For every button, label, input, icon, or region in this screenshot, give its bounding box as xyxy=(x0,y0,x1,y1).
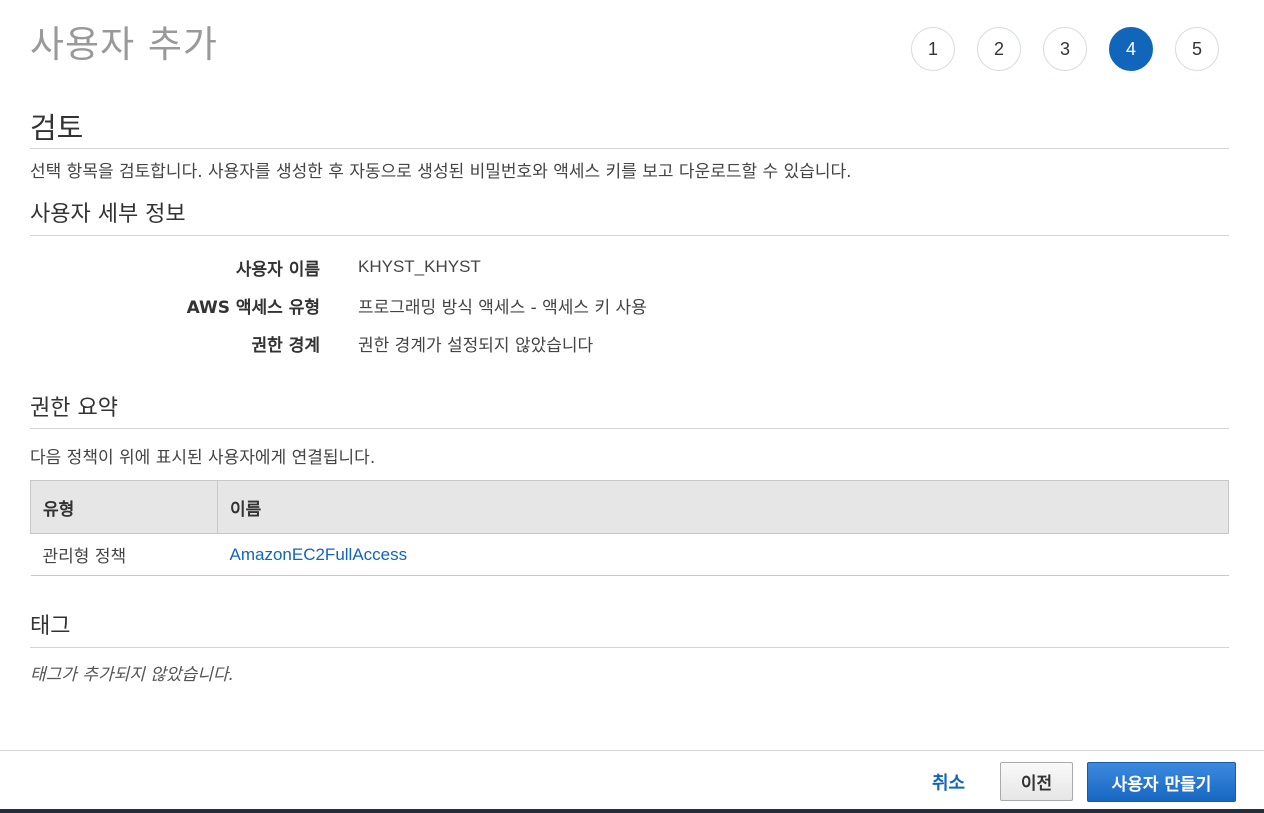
previous-button[interactable]: 이전 xyxy=(1000,762,1073,801)
detail-row-username: 사용자 이름 KHYST_KHYST xyxy=(30,248,730,286)
column-header-type: 유형 xyxy=(30,480,218,534)
permissions-description: 다음 정책이 위에 표시된 사용자에게 연결됩니다. xyxy=(30,448,376,468)
access-type-value: 프로그래밍 방식 액세스 - 액세스 키 사용 xyxy=(358,297,647,318)
permissions-summary-heading: 권한 요약 xyxy=(30,390,1229,429)
tags-heading: 태그 xyxy=(30,608,1229,648)
permission-boundary-value: 권한 경계가 설정되지 않았습니다 xyxy=(358,335,594,356)
tags-empty-text: 태그가 추가되지 않았습니다. xyxy=(30,665,234,685)
review-description: 선택 항목을 검토합니다. 사용자를 생성한 후 자동으로 생성된 비밀번호와 … xyxy=(30,162,852,182)
policy-name-link[interactable]: AmazonEC2FullAccess xyxy=(230,545,408,564)
policy-type-cell: 관리형 정책 xyxy=(30,533,218,576)
column-header-name: 이름 xyxy=(217,480,1229,534)
step-2[interactable]: 2 xyxy=(977,27,1021,71)
permission-boundary-label: 권한 경계 xyxy=(251,335,320,356)
user-details-heading: 사용자 세부 정보 xyxy=(30,196,1229,236)
page-title: 사용자 추가 xyxy=(30,23,218,66)
step-3[interactable]: 3 xyxy=(1043,27,1087,71)
user-details-list: 사용자 이름 KHYST_KHYST AWS 액세스 유형 프로그래밍 방식 액… xyxy=(30,248,730,362)
bottom-bar xyxy=(0,809,1264,813)
username-value: KHYST_KHYST xyxy=(358,257,481,276)
username-label: 사용자 이름 xyxy=(235,259,320,280)
cancel-button[interactable]: 취소 xyxy=(932,769,965,795)
table-header-row: 유형 이름 xyxy=(30,480,1229,534)
policy-name-cell: AmazonEC2FullAccess xyxy=(217,533,1229,576)
step-4-active[interactable]: 4 xyxy=(1109,27,1153,71)
wizard-footer: 취소 이전 사용자 만들기 xyxy=(0,750,1264,813)
access-type-label: AWS 액세스 유형 xyxy=(186,297,320,318)
review-heading: 검토 xyxy=(30,105,1229,149)
detail-row-permission-boundary: 권한 경계 권한 경계가 설정되지 않았습니다 xyxy=(30,324,730,362)
step-5[interactable]: 5 xyxy=(1175,27,1219,71)
wizard-steps: 1 2 3 4 5 xyxy=(911,27,1241,71)
policy-table: 유형 이름 관리형 정책 AmazonEC2FullAccess xyxy=(30,480,1229,576)
detail-row-access-type: AWS 액세스 유형 프로그래밍 방식 액세스 - 액세스 키 사용 xyxy=(30,286,730,324)
create-user-button[interactable]: 사용자 만들기 xyxy=(1087,762,1236,802)
table-row: 관리형 정책 AmazonEC2FullAccess xyxy=(30,533,1229,576)
step-1[interactable]: 1 xyxy=(911,27,955,71)
